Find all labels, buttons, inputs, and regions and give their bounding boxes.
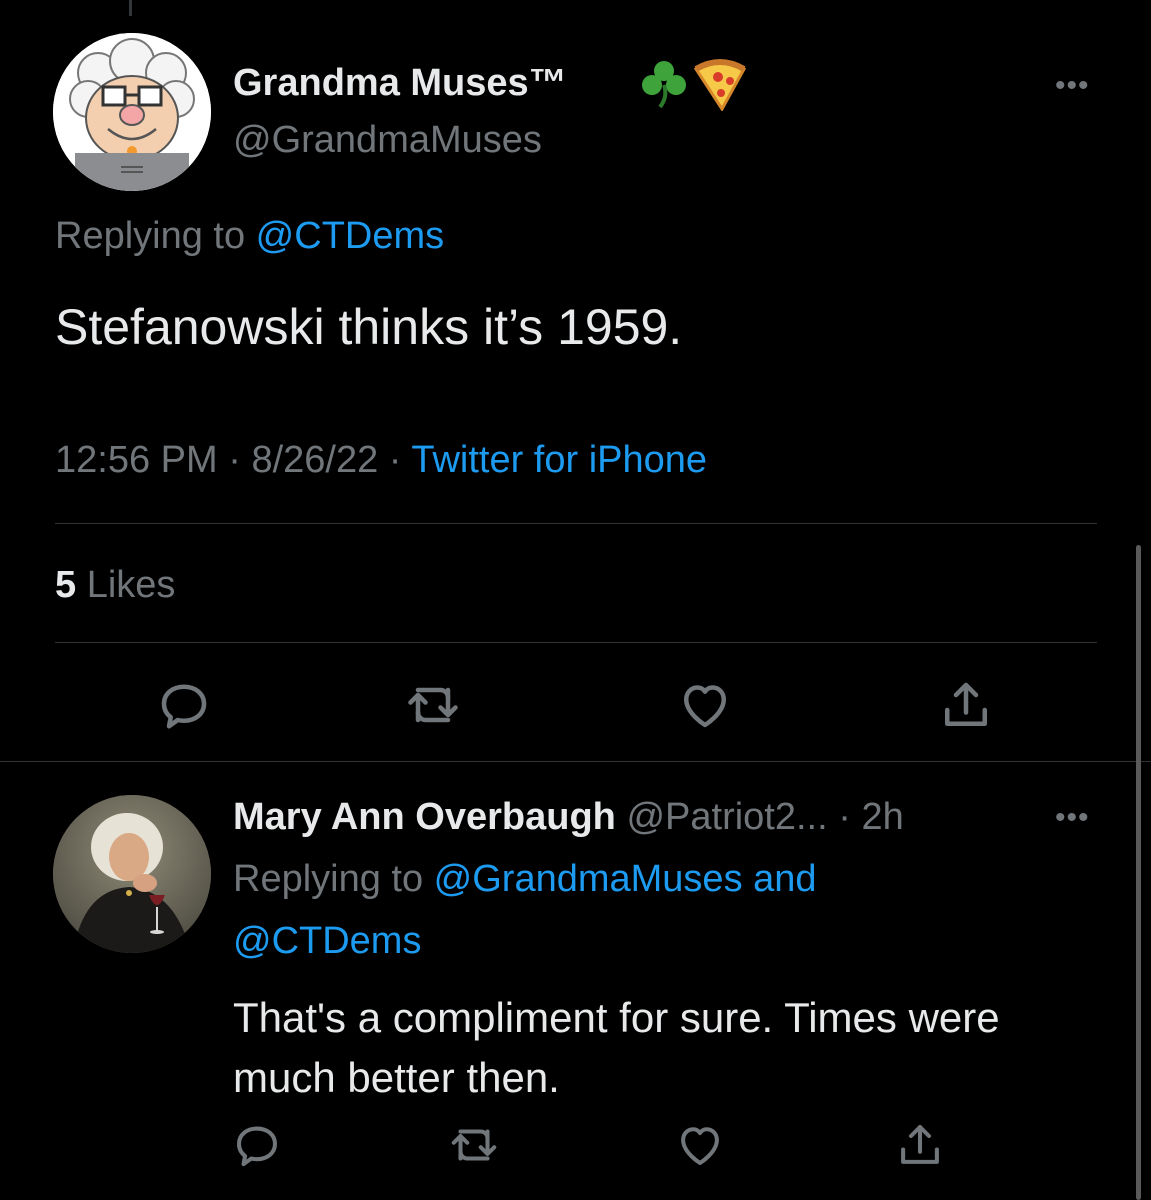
meta-separator: · — [378, 439, 412, 481]
replying-to-mention-link[interactable]: @CTDems — [233, 920, 421, 962]
tweet-separator — [0, 761, 1151, 762]
retweet-icon — [451, 1129, 497, 1161]
photo-avatar-image — [53, 795, 211, 953]
meta-separator: · — [217, 439, 252, 481]
replying-to-label: Replying to — [233, 858, 434, 900]
scrollbar[interactable] — [1136, 545, 1141, 1200]
tweet-metadata: 12:56 PM · 8/26/22 · Twitter for iPhone — [55, 437, 707, 483]
shamrock-emoji-icon — [636, 57, 692, 114]
tweet-body-text: Stefanowski thinks it’s 1959. — [55, 299, 683, 355]
tweet-date[interactable]: 8/26/22 — [251, 439, 378, 481]
reply-reply-button[interactable] — [230, 1118, 284, 1172]
reply-body-text: That's a compliment for sure. Times were… — [233, 994, 1000, 1101]
author-handle[interactable]: @GrandmaMuses — [233, 117, 542, 163]
replying-to-label: Replying to — [55, 215, 256, 257]
reply-header: Mary Ann Overbaugh @Patriot2... · 2h — [233, 794, 904, 840]
likes-count-link[interactable]: 5 Likes — [55, 562, 175, 608]
like-icon — [684, 685, 726, 728]
pizza-emoji-icon — [690, 55, 748, 116]
reply-retweet-button[interactable] — [447, 1118, 501, 1172]
divider — [55, 523, 1097, 524]
share-icon — [901, 1124, 939, 1164]
like-button[interactable] — [675, 675, 735, 735]
tweet-source-link[interactable]: Twitter for iPhone — [411, 439, 707, 481]
grandma-muses-avatar[interactable] — [53, 33, 211, 191]
like-icon — [681, 1127, 719, 1166]
reply-share-button[interactable] — [893, 1118, 947, 1172]
share-icon — [945, 682, 987, 726]
replying-to-line: Replying to @CTDems — [55, 213, 444, 259]
mary-ann-overbaugh-avatar[interactable] — [53, 795, 211, 953]
divider — [55, 642, 1097, 643]
likes-count: 5 — [55, 564, 77, 606]
thread-connector-line — [129, 0, 132, 16]
cartoon-grandma-avatar-image — [53, 33, 211, 191]
reply-replying-to-line: Replying to @GrandmaMuses and — [233, 856, 817, 902]
reply-age[interactable]: 2h — [861, 796, 903, 838]
reply-icon — [161, 684, 207, 729]
retweet-button[interactable] — [403, 675, 463, 735]
reply-like-button[interactable] — [673, 1118, 727, 1172]
share-button[interactable] — [936, 675, 996, 735]
tweet-time[interactable]: 12:56 PM — [55, 439, 218, 481]
reply-icon — [236, 1126, 278, 1167]
retweet-icon — [408, 687, 458, 723]
reply-button[interactable] — [154, 675, 214, 735]
replying-to-mentions-link[interactable]: @GrandmaMuses and — [434, 858, 817, 900]
meta-separator: · — [827, 796, 862, 838]
more-options-icon[interactable]: ••• — [1055, 71, 1090, 101]
replying-to-mention-link[interactable]: @CTDems — [256, 215, 444, 257]
reply-more-options-icon[interactable]: ••• — [1055, 803, 1090, 833]
reply-author-display-name[interactable]: Mary Ann Overbaugh — [233, 796, 616, 838]
reply-author-handle[interactable]: @Patriot2... — [626, 796, 827, 838]
reply-replying-to-line-2: @CTDems — [233, 918, 421, 964]
author-display-name[interactable]: Grandma Muses™ — [233, 60, 567, 106]
likes-label: Likes — [76, 564, 176, 606]
